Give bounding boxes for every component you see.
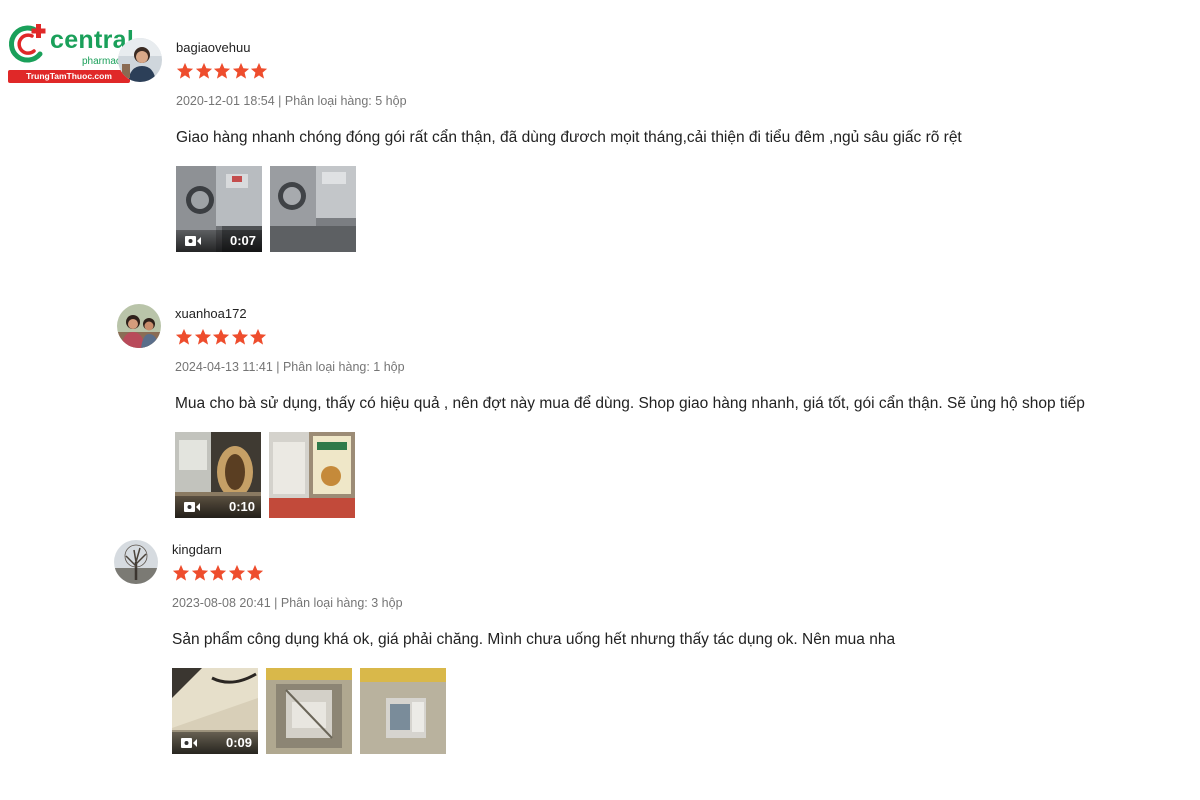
review-meta: 2020-12-01 18:54 | Phân loại hàng: 5 hộp	[176, 94, 407, 108]
video-duration: 0:10	[228, 499, 255, 514]
star-icon	[195, 62, 212, 79]
review-username: kingdarn	[172, 542, 222, 557]
review-comment: Giao hàng nhanh chóng đóng gói rất cẩn t…	[176, 129, 962, 146]
review-item: kingdarn 2023-08-08 20:41 | Phân loại hà…	[114, 540, 1174, 760]
review-meta: 2023-08-08 20:41 | Phân loại hàng: 3 hộp	[172, 596, 403, 610]
review-item: bagiaovehuu 2020-12-01 18:54 | Phân loại…	[118, 38, 1178, 258]
review-video-thumbnail[interactable]: 0:10	[175, 432, 261, 518]
review-username: bagiaovehuu	[176, 40, 251, 55]
review-image-thumbnail[interactable]	[360, 668, 446, 754]
avatar[interactable]	[114, 540, 158, 584]
star-icon	[246, 564, 264, 581]
avatar[interactable]	[118, 38, 162, 82]
star-icon	[232, 62, 249, 79]
review-media: 0:10	[175, 432, 363, 518]
star-icon	[191, 564, 208, 581]
star-icon	[175, 328, 193, 345]
review-image-thumbnail[interactable]	[270, 166, 356, 252]
star-icon	[172, 564, 190, 581]
star-icon	[250, 62, 268, 79]
central-pharmacy-logo: central pharmacy TrungTamThuoc.com	[6, 22, 136, 86]
review-comment: Sản phẩm công dụng khá ok, giá phải chăn…	[172, 631, 896, 648]
star-icon	[176, 62, 194, 79]
star-icon	[228, 564, 245, 581]
review-media: 0:09	[172, 668, 454, 754]
review-meta: 2024-04-13 11:41 | Phân loại hàng: 1 hộp	[175, 360, 405, 374]
star-icon	[194, 328, 211, 345]
star-icon	[212, 328, 230, 345]
video-duration: 0:07	[229, 233, 256, 248]
review-media: 0:07	[176, 166, 364, 252]
star-icon	[249, 328, 267, 345]
review-username: xuanhoa172	[175, 306, 247, 321]
star-icon	[231, 328, 248, 345]
review-video-thumbnail[interactable]: 0:07	[176, 166, 262, 252]
avatar[interactable]	[117, 304, 161, 348]
star-icon	[213, 62, 231, 79]
rating-stars	[175, 328, 268, 348]
rating-stars	[172, 564, 265, 584]
review-video-thumbnail[interactable]: 0:09	[172, 668, 258, 754]
review-image-thumbnail[interactable]	[266, 668, 352, 754]
video-camera-icon	[185, 236, 201, 246]
video-camera-icon	[184, 502, 200, 512]
video-camera-icon	[181, 738, 197, 748]
star-icon	[209, 564, 227, 581]
review-comment: Mua cho bà sử dụng, thấy có hiệu quả , n…	[175, 395, 1085, 412]
review-item: xuanhoa172 2024-04-13 11:41 | Phân loại …	[117, 304, 1177, 524]
rating-stars	[176, 62, 269, 82]
review-image-thumbnail[interactable]	[269, 432, 355, 518]
logo-ribbon: TrungTamThuoc.com	[8, 70, 130, 83]
video-duration: 0:09	[225, 735, 252, 750]
pharmacy-cross-icon	[8, 24, 46, 63]
